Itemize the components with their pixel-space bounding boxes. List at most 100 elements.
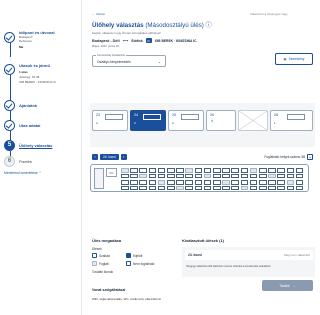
zoom-icon[interactable]: + xyxy=(307,153,313,160)
seat[interactable] xyxy=(286,173,295,178)
seat[interactable] xyxy=(259,168,267,173)
seat[interactable] xyxy=(295,180,304,185)
prev-car-icon[interactable]: ‹ xyxy=(92,153,98,160)
seat[interactable] xyxy=(176,168,184,173)
seat[interactable] xyxy=(130,180,138,185)
seat[interactable] xyxy=(277,168,285,173)
seat[interactable] xyxy=(194,185,203,190)
seat[interactable] xyxy=(222,168,230,173)
seat[interactable] xyxy=(185,168,193,173)
seat[interactable] xyxy=(222,180,230,185)
seat[interactable] xyxy=(130,173,138,178)
seat[interactable] xyxy=(259,173,267,178)
seat[interactable] xyxy=(157,180,166,185)
seat[interactable] xyxy=(277,185,285,190)
seat[interactable] xyxy=(148,168,157,173)
class-dropdown[interactable]: Kocsiosztály kiválasztás Osztályú kényel… xyxy=(92,54,166,67)
seat[interactable] xyxy=(240,180,249,185)
seat[interactable] xyxy=(213,168,221,173)
seat[interactable] xyxy=(249,168,258,173)
seat[interactable] xyxy=(121,173,129,178)
seat[interactable] xyxy=(176,180,184,185)
seat[interactable] xyxy=(185,173,193,178)
seat[interactable] xyxy=(286,168,295,173)
seat[interactable] xyxy=(222,185,230,190)
seat[interactable] xyxy=(148,173,157,178)
step-number-5: 5 xyxy=(4,140,15,151)
seat[interactable] xyxy=(203,180,212,185)
seat[interactable] xyxy=(295,185,304,190)
car-24[interactable]: 24 2. xyxy=(130,110,166,131)
more-details-toggle[interactable]: Menetrend ismertetése ⌃ xyxy=(4,171,41,175)
seat[interactable] xyxy=(157,185,166,190)
seat[interactable] xyxy=(203,168,212,173)
seat[interactable] xyxy=(176,173,184,178)
seat[interactable] xyxy=(167,173,175,178)
seat[interactable] xyxy=(259,185,267,190)
car-25[interactable]: 25 2. xyxy=(168,110,204,131)
seat[interactable] xyxy=(203,173,212,178)
car-23[interactable]: 23 2. xyxy=(92,110,128,131)
next-car-icon[interactable]: › xyxy=(120,153,127,160)
seat[interactable] xyxy=(148,185,157,190)
seat[interactable] xyxy=(240,173,249,178)
seat[interactable] xyxy=(139,185,147,190)
seat[interactable] xyxy=(240,185,249,190)
seat[interactable] xyxy=(295,168,304,173)
seat[interactable] xyxy=(176,185,184,190)
seat[interactable] xyxy=(185,185,193,190)
seat[interactable] xyxy=(130,168,138,173)
seat[interactable] xyxy=(268,180,276,185)
seat[interactable] xyxy=(268,185,276,190)
seat[interactable] xyxy=(286,180,295,185)
seat[interactable] xyxy=(139,180,147,185)
seat[interactable] xyxy=(167,168,175,173)
selected-seat-row[interactable]: 24. kocsi Még nem választott xyxy=(185,250,313,260)
seat[interactable] xyxy=(249,185,258,190)
car-26[interactable]: 26 ⚲ xyxy=(206,110,236,131)
seat[interactable] xyxy=(249,173,258,178)
seat[interactable] xyxy=(249,180,258,185)
seat[interactable] xyxy=(121,168,129,173)
step-title: Utas adatai xyxy=(19,123,41,128)
train-badge: IC xyxy=(145,38,152,43)
seat[interactable] xyxy=(139,168,147,173)
seat[interactable] xyxy=(194,180,203,185)
seat-preview-icon xyxy=(143,114,161,120)
seat[interactable] xyxy=(213,173,221,178)
seat[interactable] xyxy=(213,180,221,185)
seat[interactable] xyxy=(231,185,239,190)
seat[interactable] xyxy=(295,173,304,178)
seat[interactable] xyxy=(277,180,285,185)
back-link[interactable]: ← Vissza xyxy=(92,12,105,16)
seat[interactable] xyxy=(268,173,276,178)
next-button[interactable]: Tovább → xyxy=(262,280,313,291)
layout-button[interactable]: ▦ Szerelvény xyxy=(275,53,313,65)
seat[interactable] xyxy=(157,168,166,173)
more-icons-link[interactable]: További ikonok xyxy=(92,270,113,274)
seat[interactable] xyxy=(167,180,175,185)
seat[interactable] xyxy=(148,180,157,185)
seat[interactable] xyxy=(121,180,129,185)
seat[interactable] xyxy=(121,185,129,190)
seat[interactable] xyxy=(185,180,193,185)
car-28[interactable]: 28 1. xyxy=(270,110,313,131)
seat[interactable] xyxy=(231,168,239,173)
seat[interactable] xyxy=(231,173,239,178)
seat[interactable] xyxy=(203,185,212,190)
seat[interactable] xyxy=(222,173,230,178)
seat[interactable] xyxy=(194,173,203,178)
info-icon[interactable]: ⓘ xyxy=(206,22,212,29)
seat[interactable] xyxy=(240,168,249,173)
seat[interactable] xyxy=(286,185,295,190)
seat[interactable] xyxy=(231,180,239,185)
seat[interactable] xyxy=(259,180,267,185)
seat[interactable] xyxy=(167,185,175,190)
seat[interactable] xyxy=(213,185,221,190)
seat[interactable] xyxy=(139,173,147,178)
seat[interactable] xyxy=(157,173,166,178)
seat[interactable] xyxy=(130,185,138,190)
seat[interactable] xyxy=(277,173,285,178)
seat[interactable] xyxy=(194,168,203,173)
seat[interactable] xyxy=(268,168,276,173)
